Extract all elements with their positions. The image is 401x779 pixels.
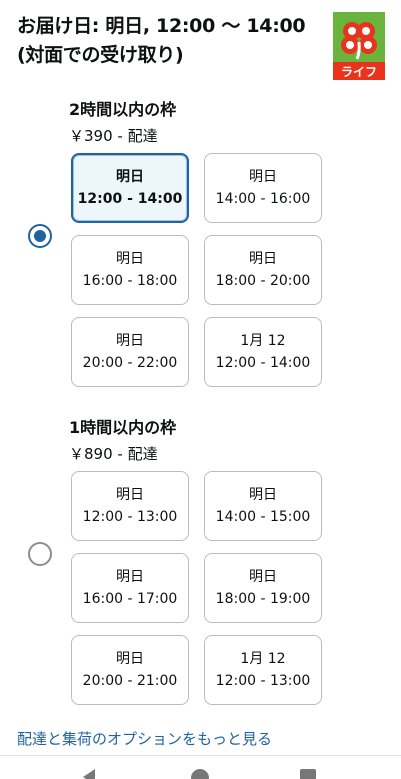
slot-button[interactable]: 1月 12 12:00 - 13:00: [204, 635, 322, 705]
slot-time: 12:00 - 13:00: [215, 673, 311, 689]
delivery-header: お届け日: 明日, 12:00 〜 14:00 (対面での受け取り): [17, 12, 317, 70]
slot-time: 20:00 - 21:00: [82, 673, 178, 689]
slot-day: 明日: [116, 333, 144, 349]
home-icon[interactable]: [191, 769, 209, 779]
clover-logo-icon: ライフ: [333, 12, 385, 80]
radio-1hour[interactable]: [28, 542, 52, 566]
section-price: ￥890 - 配達: [69, 445, 158, 463]
slot-time: 12:00 - 14:00: [77, 191, 183, 207]
radio-2hour[interactable]: [28, 224, 52, 248]
slot-day: 1月 12: [240, 333, 286, 349]
slot-button[interactable]: 明日 20:00 - 21:00: [71, 635, 189, 705]
slot-day: 1月 12: [240, 651, 286, 667]
slot-time: 18:00 - 19:00: [215, 591, 311, 607]
slot-time: 20:00 - 22:00: [82, 355, 178, 371]
life-logo: ライフ: [333, 12, 385, 80]
slot-day: 明日: [249, 487, 277, 503]
slot-button[interactable]: 明日 16:00 - 18:00: [71, 235, 189, 305]
slot-time: 16:00 - 18:00: [82, 273, 178, 289]
slot-time: 14:00 - 16:00: [215, 191, 311, 207]
section-title: 1時間以内の枠: [69, 418, 177, 437]
back-icon[interactable]: [83, 769, 95, 779]
delivery-date-title: お届け日: 明日, 12:00 〜 14:00 (対面での受け取り): [17, 15, 306, 66]
slot-day: 明日: [116, 569, 144, 585]
slot-time: 14:00 - 15:00: [215, 509, 311, 525]
system-nav-bar: [0, 755, 401, 779]
slot-time: 18:00 - 20:00: [215, 273, 311, 289]
slot-time: 12:00 - 13:00: [82, 509, 178, 525]
logo-text: ライフ: [341, 65, 377, 79]
slot-button[interactable]: 明日 16:00 - 17:00: [71, 553, 189, 623]
slot-day: 明日: [249, 569, 277, 585]
slot-button[interactable]: 明日 12:00 - 14:00: [71, 153, 189, 223]
slot-button[interactable]: 明日 12:00 - 13:00: [71, 471, 189, 541]
slot-day: 明日: [116, 251, 144, 267]
recent-apps-icon[interactable]: [300, 769, 316, 779]
slot-day: 明日: [249, 251, 277, 267]
more-options-link[interactable]: 配達と集荷のオプションをもっと見る: [17, 728, 272, 749]
slot-button[interactable]: 1月 12 12:00 - 14:00: [204, 317, 322, 387]
slot-time: 16:00 - 17:00: [82, 591, 178, 607]
section-price: ￥390 - 配達: [69, 127, 158, 145]
slot-day: 明日: [116, 487, 144, 503]
slot-button[interactable]: 明日 18:00 - 20:00: [204, 235, 322, 305]
slot-time: 12:00 - 14:00: [215, 355, 311, 371]
section-title: 2時間以内の枠: [69, 100, 177, 119]
slot-button[interactable]: 明日 20:00 - 22:00: [71, 317, 189, 387]
slot-button[interactable]: 明日 14:00 - 16:00: [204, 153, 322, 223]
slot-day: 明日: [249, 169, 277, 185]
slot-button[interactable]: 明日 18:00 - 19:00: [204, 553, 322, 623]
slot-day: 明日: [116, 651, 144, 667]
slot-button[interactable]: 明日 14:00 - 15:00: [204, 471, 322, 541]
slot-day: 明日: [116, 169, 144, 185]
